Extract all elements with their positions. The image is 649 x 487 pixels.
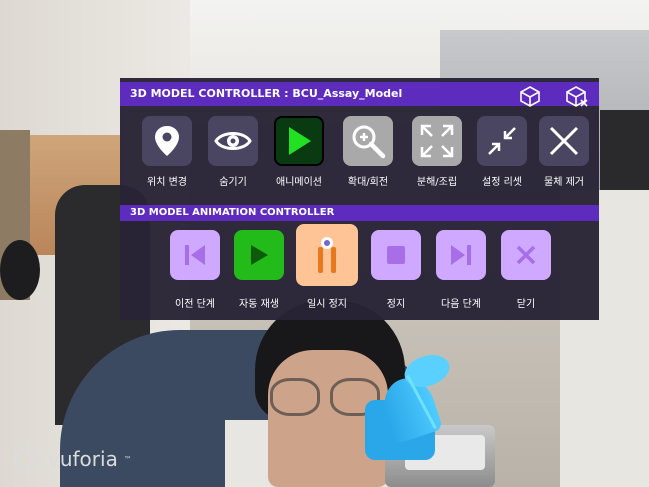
compress-arrows-icon (488, 127, 516, 155)
pause-label: 일시 정지 (307, 299, 347, 310)
move-position-button[interactable] (142, 116, 192, 166)
close-button[interactable] (501, 230, 551, 280)
vuforia-text: vuforia (48, 447, 118, 471)
animation-button[interactable] (274, 116, 324, 166)
play-icon (251, 245, 268, 265)
background-object (0, 240, 40, 300)
disassemble-label: 분해/조립 (416, 177, 458, 188)
disassemble-button[interactable] (412, 116, 462, 166)
zoom-in-icon (352, 125, 386, 159)
next-step-label: 다음 단계 (441, 299, 481, 310)
close-label: 닫기 (516, 299, 536, 310)
skip-back-icon (185, 245, 205, 265)
move-position-label: 위치 변경 (147, 177, 187, 188)
zoom-rotate-label: 확대/회전 (347, 177, 389, 188)
next-step-button[interactable] (436, 230, 486, 280)
stop-label: 정지 (386, 299, 406, 310)
animation-controller-title: 3D MODEL ANIMATION CONTROLLER (130, 207, 335, 218)
person-glasses (270, 378, 380, 416)
controller-title: 3D MODEL CONTROLLER : BCU_Assay_Model (130, 87, 403, 100)
cube-icon[interactable] (518, 85, 542, 107)
stop-button[interactable] (371, 230, 421, 280)
remove-object-button[interactable] (539, 116, 589, 166)
controller-title-bar: 3D MODEL CONTROLLER : BCU_Assay_Model (120, 82, 599, 107)
animation-controller-title-bar: 3D MODEL ANIMATION CONTROLLER (120, 205, 599, 221)
background-monitor (600, 110, 649, 190)
pause-button[interactable] (296, 224, 358, 286)
model-controller-panel: 3D MODEL CONTROLLER : BCU_Assay_Model 위치… (120, 78, 599, 320)
cube-remove-icon[interactable] (564, 85, 588, 107)
expand-arrows-icon (420, 124, 454, 158)
animation-label: 애니메이션 (276, 177, 322, 188)
vuforia-logo-icon (11, 443, 43, 475)
previous-step-label: 이전 단계 (175, 299, 215, 310)
location-pin-icon (155, 126, 179, 156)
vuforia-watermark: vuforia ™ (11, 443, 132, 475)
zoom-rotate-button[interactable] (343, 116, 393, 166)
close-icon (516, 245, 536, 265)
pause-icon (318, 237, 336, 273)
previous-step-button[interactable] (170, 230, 220, 280)
eye-icon (214, 132, 252, 150)
stop-icon (387, 246, 405, 264)
hide-label: 숨기기 (219, 177, 247, 188)
reset-settings-label: 설정 리셋 (482, 177, 522, 188)
play-icon (289, 127, 311, 155)
auto-play-button[interactable] (234, 230, 284, 280)
remove-object-label: 물체 제거 (544, 177, 584, 188)
skip-forward-icon (451, 245, 471, 265)
hide-button[interactable] (208, 116, 258, 166)
close-icon (549, 126, 579, 156)
auto-play-label: 자동 재생 (239, 299, 279, 310)
reset-settings-button[interactable] (477, 116, 527, 166)
